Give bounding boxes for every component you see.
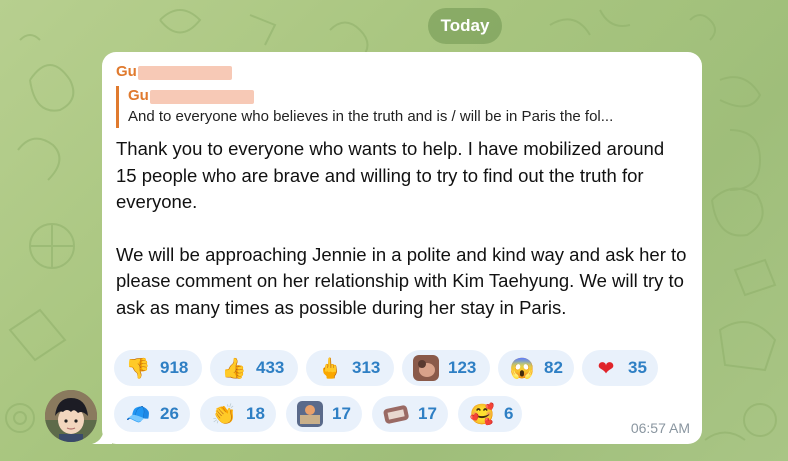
- reaction-count: 26: [160, 404, 179, 423]
- avatar[interactable]: [45, 390, 97, 442]
- reaction-count: 35: [628, 358, 647, 377]
- screaming-face-icon: 😱: [509, 357, 535, 380]
- date-label: Today: [440, 16, 490, 35]
- avatar-image: [45, 390, 97, 442]
- reaction-clapping-hands[interactable]: 👏 18: [200, 396, 276, 432]
- reply-quote[interactable]: Gu And to everyone who believes in the t…: [116, 86, 688, 128]
- reaction-smiling-face-with-hearts[interactable]: 🥰 6: [458, 396, 522, 432]
- message-time: 06:57 AM: [630, 420, 690, 436]
- reply-text: And to everyone who believes in the trut…: [128, 108, 614, 125]
- reaction-count: 82: [544, 358, 563, 377]
- reply-author: Gu: [128, 86, 258, 106]
- message-bubble[interactable]: Gu Gu And to everyone who believes in th…: [102, 52, 702, 444]
- custom-sticker-1-icon: [412, 354, 440, 382]
- thumbs-down-icon: 👎: [125, 357, 151, 380]
- reply-author-redaction: [150, 90, 254, 104]
- reaction-count: 313: [352, 358, 381, 377]
- reaction-custom-sticker-3[interactable]: 17: [372, 396, 448, 432]
- reaction-blue-cap[interactable]: 🧢 26: [114, 396, 190, 432]
- custom-sticker-3-icon: [382, 400, 410, 428]
- reaction-count: 17: [332, 404, 351, 423]
- thumbs-up-icon: 👍: [221, 357, 247, 380]
- reaction-count: 18: [246, 404, 265, 423]
- clapping-hands-icon: 👏: [211, 403, 237, 426]
- reaction-middle-finger[interactable]: 🖕 313: [306, 350, 394, 386]
- smiling-face-with-hearts-icon: 🥰: [469, 403, 495, 426]
- red-heart-icon: ❤: [597, 357, 615, 380]
- reaction-screaming-face[interactable]: 😱 82: [498, 350, 574, 386]
- reaction-red-heart[interactable]: ❤ 35: [582, 350, 658, 386]
- custom-sticker-2-icon: [296, 400, 324, 428]
- middle-finger-icon: 🖕: [317, 357, 343, 380]
- reaction-custom-sticker-1[interactable]: 123: [402, 350, 490, 386]
- sender-name[interactable]: Gu: [116, 62, 236, 82]
- reply-author-text: Gu: [128, 87, 149, 104]
- reaction-count: 6: [504, 404, 514, 423]
- message-text: Thank you to everyone who wants to help.…: [116, 136, 688, 321]
- reaction-count: 17: [418, 404, 437, 423]
- reaction-count: 433: [256, 358, 285, 377]
- reaction-thumbs-down[interactable]: 👎 918: [114, 350, 202, 386]
- reaction-thumbs-up[interactable]: 👍 433: [210, 350, 298, 386]
- date-separator: Today: [428, 8, 502, 44]
- blue-cap-icon: 🧢: [125, 403, 151, 426]
- reaction-custom-sticker-2[interactable]: 17: [286, 396, 362, 432]
- reaction-count: 918: [160, 358, 189, 377]
- reaction-count: 123: [448, 358, 477, 377]
- message-paragraph: We will be approaching Jennie in a polit…: [116, 243, 687, 318]
- message-paragraph: Thank you to everyone who wants to help.…: [116, 138, 665, 212]
- sender-name-redaction: [138, 66, 232, 80]
- sender-name-text: Gu: [116, 63, 137, 80]
